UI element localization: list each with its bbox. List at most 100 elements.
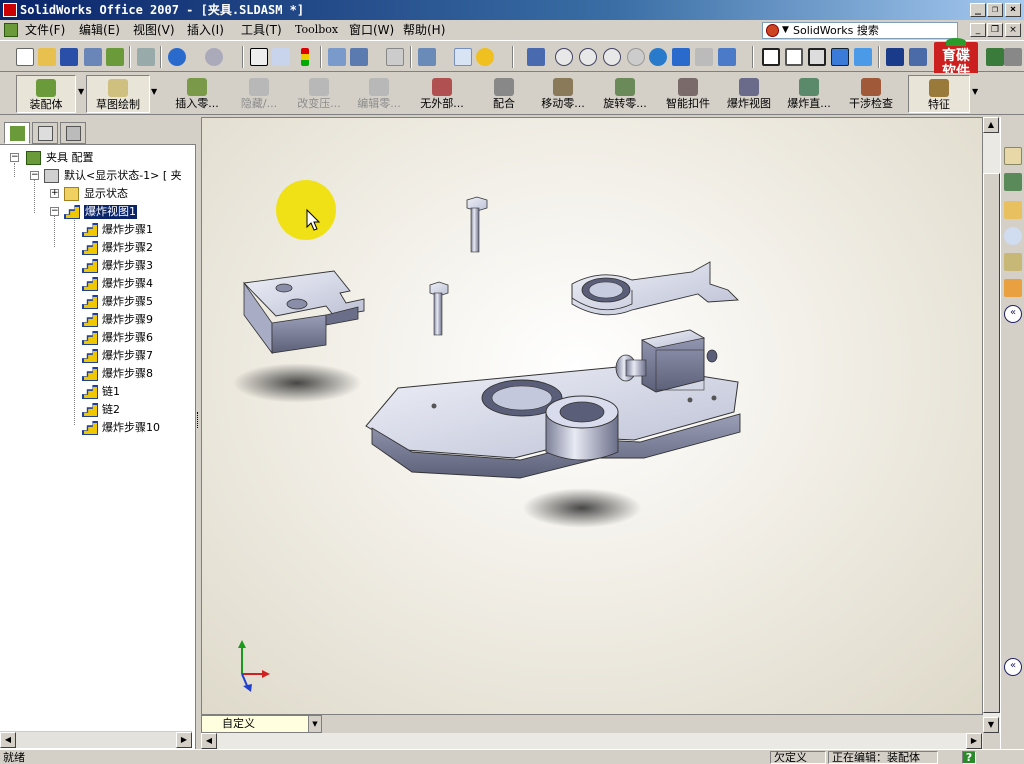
menu-insert[interactable]: 插入(I) bbox=[184, 20, 227, 40]
rebuild-icon[interactable] bbox=[301, 48, 309, 66]
doc-restore-button[interactable]: ❐ bbox=[987, 23, 1003, 37]
shadows-icon[interactable] bbox=[909, 48, 927, 66]
app-icon[interactable] bbox=[3, 3, 17, 17]
expand-icon[interactable]: + bbox=[50, 189, 59, 198]
rotate-icon[interactable] bbox=[649, 48, 667, 66]
roll-view-icon[interactable] bbox=[695, 48, 713, 66]
pan-icon[interactable] bbox=[672, 48, 690, 66]
make-drawing-icon[interactable] bbox=[84, 48, 102, 66]
collapse-pane-icon[interactable]: « bbox=[1004, 305, 1022, 323]
chevron-down-icon[interactable]: ▼ bbox=[308, 716, 321, 732]
zoom-fit-icon[interactable] bbox=[555, 48, 573, 66]
cmd-rotate-component[interactable]: 旋转零... bbox=[596, 75, 654, 113]
menu-tools[interactable]: 工具(T) bbox=[238, 20, 285, 40]
collapse-icon[interactable]: − bbox=[50, 207, 59, 216]
bushing-part[interactable] bbox=[545, 395, 619, 461]
search-pane-icon[interactable] bbox=[1004, 227, 1022, 245]
standard-views-icon[interactable] bbox=[718, 48, 736, 66]
print-icon[interactable] bbox=[137, 48, 155, 66]
help-icon[interactable] bbox=[476, 48, 494, 66]
scroll-left-icon[interactable]: ◀ bbox=[0, 732, 16, 748]
cmd-assembly[interactable]: 装配体 bbox=[16, 75, 76, 113]
shaded-edges-icon[interactable] bbox=[831, 48, 849, 66]
search-dropdown-icon[interactable]: ▼ bbox=[782, 23, 789, 38]
scroll-down-icon[interactable]: ▼ bbox=[983, 717, 999, 733]
scroll-right-icon[interactable]: ▶ bbox=[966, 733, 982, 749]
close-button[interactable]: × bbox=[1005, 3, 1021, 17]
collapse-icon[interactable]: − bbox=[30, 171, 39, 180]
home-icon[interactable] bbox=[1004, 147, 1022, 165]
options-icon[interactable] bbox=[328, 48, 346, 66]
undo-icon[interactable] bbox=[168, 48, 186, 66]
cmd-edit-component[interactable]: 编辑零... bbox=[350, 75, 408, 113]
bolt-part-1[interactable] bbox=[466, 196, 488, 253]
chevron-down-icon[interactable]: ▼ bbox=[972, 87, 978, 96]
hidden-lines-removed-icon[interactable] bbox=[808, 48, 826, 66]
scroll-up-icon[interactable]: ▲ bbox=[983, 117, 999, 133]
document-icon[interactable] bbox=[4, 23, 18, 37]
cmd-hide-show[interactable]: 隐藏/... bbox=[230, 75, 288, 113]
cmd-mate[interactable]: 配合 bbox=[484, 75, 524, 113]
file-explorer-icon[interactable] bbox=[1004, 201, 1022, 219]
menu-window[interactable]: 窗口(W) bbox=[346, 20, 397, 40]
cmd-smart-fasteners[interactable]: 智能扣件 bbox=[660, 75, 716, 113]
design-library-icon[interactable] bbox=[1004, 173, 1022, 191]
handle-arm-part[interactable] bbox=[571, 261, 740, 316]
cmd-insert-component[interactable]: 插入零... bbox=[168, 75, 226, 113]
grid-icon[interactable] bbox=[386, 48, 404, 66]
restore-button[interactable]: ❐ bbox=[987, 3, 1003, 17]
view-orient-icon[interactable] bbox=[527, 48, 545, 66]
cmd-features[interactable]: 特征 bbox=[908, 75, 970, 113]
hidden-lines-visible-icon[interactable] bbox=[785, 48, 803, 66]
open-icon[interactable] bbox=[38, 48, 56, 66]
collapse-icon[interactable]: − bbox=[10, 153, 19, 162]
tab-configuration-manager[interactable] bbox=[60, 122, 86, 144]
viewport-horizontal-scrollbar[interactable]: ◀ ▶ bbox=[201, 733, 983, 749]
cmd-no-external-refs[interactable]: 无外部... bbox=[412, 75, 472, 113]
zoom-selection-icon[interactable] bbox=[627, 48, 645, 66]
tab-feature-tree[interactable] bbox=[4, 122, 30, 144]
cmd-exploded-view[interactable]: 爆炸视图 bbox=[720, 75, 778, 113]
chevron-down-icon[interactable]: ▼ bbox=[151, 87, 157, 96]
scroll-right-icon[interactable]: ▶ bbox=[176, 732, 192, 748]
redo-icon[interactable] bbox=[205, 48, 223, 66]
menu-file[interactable]: 文件(F) bbox=[22, 20, 68, 40]
cmd-interference-detection[interactable]: 干涉检查 bbox=[842, 75, 900, 113]
quick-tips-icon[interactable]: ? bbox=[962, 751, 976, 764]
shaded-icon[interactable] bbox=[854, 48, 872, 66]
graphics-area[interactable] bbox=[201, 117, 983, 715]
tree-horizontal-scrollbar[interactable]: ◀ ▶ bbox=[0, 731, 192, 748]
chevron-down-icon[interactable]: ▼ bbox=[78, 87, 84, 96]
select-filter-icon[interactable] bbox=[272, 48, 290, 66]
select-icon[interactable] bbox=[250, 48, 268, 66]
wireframe-icon[interactable] bbox=[762, 48, 780, 66]
scroll-left-icon[interactable]: ◀ bbox=[201, 733, 217, 749]
menu-help[interactable]: 帮助(H) bbox=[400, 20, 448, 40]
layout-icon[interactable] bbox=[350, 48, 368, 66]
scrollbar-thumb[interactable] bbox=[983, 173, 1000, 713]
view-orientation-select[interactable]: 自定义 ▼ bbox=[201, 715, 322, 733]
camera-icon[interactable] bbox=[1004, 48, 1022, 66]
menu-edit[interactable]: 编辑(E) bbox=[76, 20, 123, 40]
expand-pane-icon[interactable]: « bbox=[1004, 658, 1022, 676]
search-input[interactable]: ▼ SolidWorks 搜索 bbox=[762, 22, 958, 39]
properties-icon[interactable] bbox=[454, 48, 472, 66]
clamp-block-part[interactable] bbox=[243, 270, 365, 355]
window-icon[interactable] bbox=[418, 48, 436, 66]
appearances-icon[interactable] bbox=[1004, 279, 1022, 297]
realview-icon[interactable] bbox=[986, 48, 1004, 66]
cmd-explode-line[interactable]: 爆炸直... bbox=[780, 75, 838, 113]
doc-close-button[interactable]: × bbox=[1005, 23, 1021, 37]
section-view-icon[interactable] bbox=[886, 48, 904, 66]
zoom-area-icon[interactable] bbox=[579, 48, 597, 66]
cmd-move-component[interactable]: 移动零... bbox=[534, 75, 592, 113]
make-assembly-icon[interactable] bbox=[106, 48, 124, 66]
menu-view[interactable]: 视图(V) bbox=[130, 20, 178, 40]
cmd-sketch[interactable]: 草图绘制 bbox=[86, 75, 150, 113]
view-palette-icon[interactable] bbox=[1004, 253, 1022, 271]
tab-property-manager[interactable] bbox=[32, 122, 58, 144]
zoom-inout-icon[interactable] bbox=[603, 48, 621, 66]
menu-toolbox[interactable]: Toolbox bbox=[292, 20, 341, 40]
doc-minimize-button[interactable]: _ bbox=[970, 23, 986, 37]
new-icon[interactable] bbox=[16, 48, 34, 66]
